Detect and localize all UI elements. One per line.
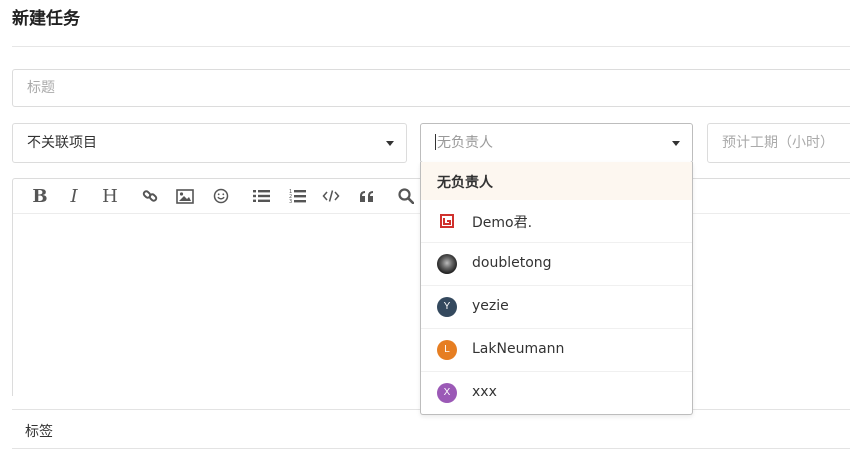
assignee-select-placeholder: 无负责人 xyxy=(437,135,493,151)
code-button[interactable] xyxy=(319,185,343,207)
assignee-option-demo[interactable]: Demo君. xyxy=(421,200,692,243)
avatar: L xyxy=(437,340,457,360)
list-ul-icon xyxy=(252,190,270,202)
code-icon xyxy=(322,190,340,202)
estimated-hours-input[interactable] xyxy=(707,123,850,163)
header-divider xyxy=(12,46,850,47)
search-button[interactable] xyxy=(394,185,418,207)
option-label: xxx xyxy=(472,384,497,400)
quote-button[interactable] xyxy=(355,185,379,207)
image-icon xyxy=(176,188,194,204)
assignee-option-none[interactable]: 无负责人 xyxy=(421,162,692,200)
assignee-option-xxx[interactable]: X xxx xyxy=(421,372,692,415)
option-label: Demo君. xyxy=(472,215,533,231)
search-icon xyxy=(398,188,414,204)
svg-text:3: 3 xyxy=(289,199,292,204)
image-button[interactable] xyxy=(173,185,197,207)
bold-button[interactable]: B xyxy=(28,185,52,207)
project-select[interactable]: 不关联项目 xyxy=(12,123,407,163)
project-select-value: 不关联项目 xyxy=(27,135,97,151)
italic-button[interactable]: I xyxy=(62,185,86,207)
assignee-option-doubletong[interactable]: doubletong xyxy=(421,243,692,286)
option-label: yezie xyxy=(472,298,509,314)
assignee-option-yezie[interactable]: Y yezie xyxy=(421,286,692,329)
page-title: 新建任务 xyxy=(12,9,80,29)
option-label: 无负责人 xyxy=(437,175,493,191)
bold-icon: B xyxy=(32,185,48,207)
heading-button[interactable]: H xyxy=(98,185,122,207)
link-button[interactable] xyxy=(138,185,162,207)
assignee-option-lakneumann[interactable]: L LakNeumann xyxy=(421,329,692,372)
smile-icon xyxy=(213,188,229,204)
emoji-button[interactable] xyxy=(209,185,233,207)
title-input[interactable] xyxy=(12,69,850,107)
tags-field[interactable]: 标签 xyxy=(12,409,850,449)
assignee-dropdown-menu: 无负责人 Demo君. doubletong Y yezie L LakNeum… xyxy=(420,162,693,415)
list-ol-icon: 1 2 3 xyxy=(289,189,306,204)
caret-down-icon xyxy=(386,141,394,146)
link-icon xyxy=(142,190,158,202)
quote-icon xyxy=(360,190,373,202)
caret-down-icon xyxy=(672,141,680,146)
text-cursor xyxy=(435,134,436,150)
heading-icon: H xyxy=(102,185,118,207)
avatar: X xyxy=(437,383,457,403)
avatar: Y xyxy=(437,297,457,317)
bullet-list-button[interactable] xyxy=(249,185,273,207)
ordered-list-button[interactable]: 1 2 3 xyxy=(285,185,309,207)
avatar-photo-icon xyxy=(437,254,457,274)
italic-icon: I xyxy=(70,185,78,207)
option-label: LakNeumann xyxy=(472,341,565,357)
option-label: doubletong xyxy=(472,255,552,271)
tags-label: 标签 xyxy=(25,424,53,440)
assignee-select[interactable]: 无负责人 xyxy=(420,123,693,163)
avatar-logo-icon xyxy=(437,211,457,231)
